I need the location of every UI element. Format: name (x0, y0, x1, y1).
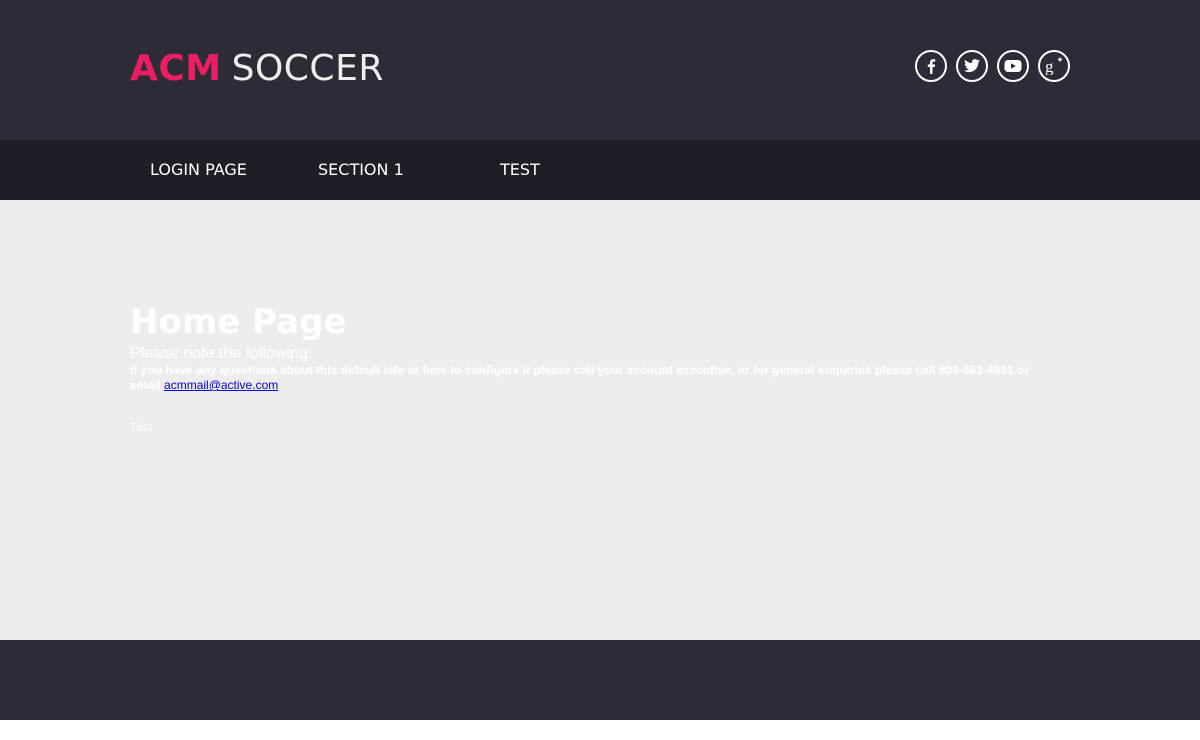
main-content: Home Page Please note the following: If … (0, 200, 1200, 640)
email-link[interactable]: acmmail@active.com (164, 378, 278, 392)
page-title: Home Page (130, 302, 347, 342)
social-links: g (915, 50, 1070, 82)
facebook-button[interactable] (915, 50, 947, 82)
test-text: Test (130, 420, 153, 434)
facebook-icon (924, 58, 938, 74)
note-body: If you have any questions about this def… (130, 363, 1050, 393)
main-nav: LOGIN PAGE SECTION 1 TEST (0, 140, 1200, 200)
nav-item-section-1[interactable]: SECTION 1 (318, 140, 404, 200)
twitter-button[interactable] (956, 50, 988, 82)
note-heading: Please note the following: (130, 345, 313, 362)
logo-accent-text: ACM (130, 48, 222, 89)
youtube-button[interactable] (997, 50, 1029, 82)
site-logo[interactable]: ACM SOCCER (130, 46, 384, 92)
site-footer (0, 640, 1200, 720)
nav-item-test[interactable]: TEST (500, 140, 540, 200)
svg-text:g: g (1045, 57, 1054, 75)
logo-main-text: SOCCER (231, 48, 384, 89)
youtube-icon (1004, 59, 1022, 73)
google-plus-icon: g (1044, 57, 1064, 75)
nav-item-login-page[interactable]: LOGIN PAGE (150, 140, 247, 200)
twitter-icon (964, 59, 980, 73)
google-plus-button[interactable]: g (1038, 50, 1070, 82)
site-header: ACM SOCCER g (0, 0, 1200, 140)
